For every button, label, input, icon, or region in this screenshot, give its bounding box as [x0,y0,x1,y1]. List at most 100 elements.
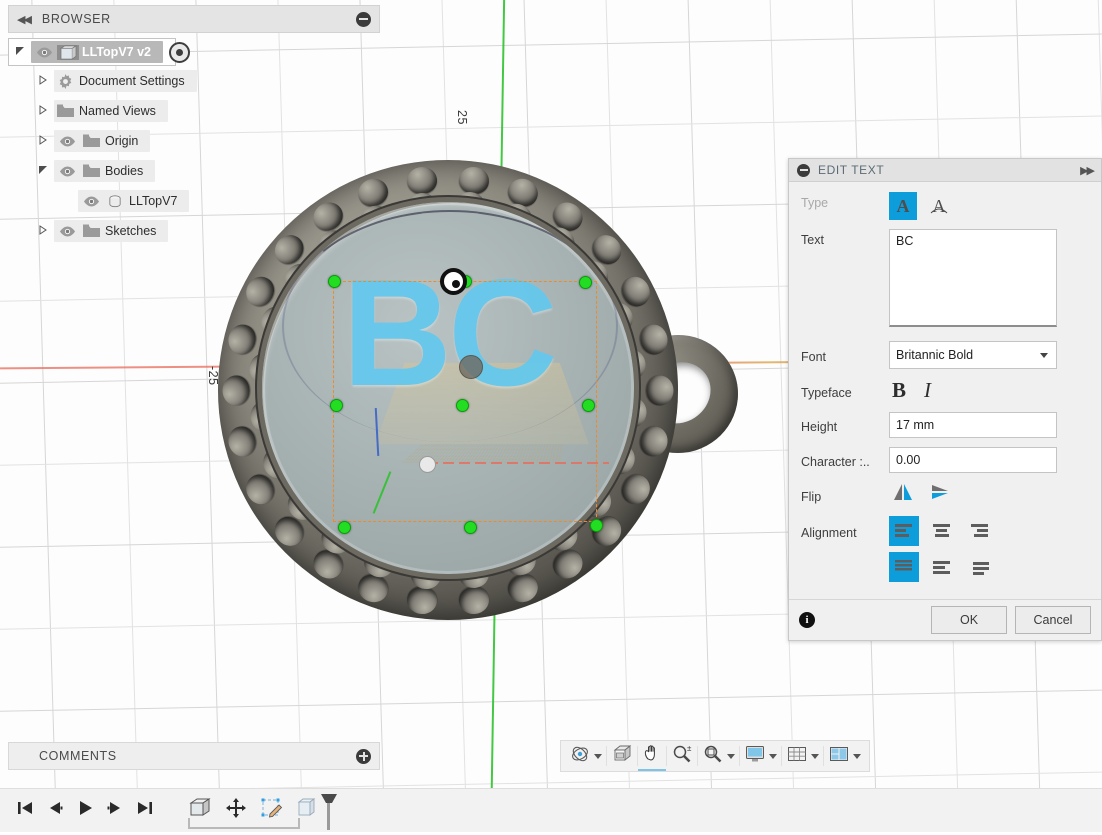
step-back-icon [45,799,65,822]
expander-collapsed-icon[interactable] [32,224,54,238]
step-forward-button[interactable] [100,796,130,826]
tree-item-body[interactable]: LLTopV7 v2 [31,41,163,63]
navbar-look-at-button[interactable] [607,742,637,770]
navbar-zoom-magnifier-button[interactable]: ± [667,742,697,770]
field-text: Text [801,229,1093,332]
field-type: Type A A [801,192,1093,220]
edit-text-dialog[interactable]: EDIT TEXT ▶▶ Type A A Text BC Font Brita… [788,158,1102,641]
navbar-display-settings-button[interactable] [740,742,781,770]
tree-item-body[interactable]: Named Views [54,100,168,122]
timeline-marker-icon[interactable] [320,793,338,830]
dialog-collapse-icon[interactable] [797,163,810,177]
typeface-italic-icon[interactable]: I [924,378,931,403]
align-center-icon[interactable] [927,516,957,546]
chevron-down-icon[interactable] [811,753,819,759]
step-back-button[interactable] [40,796,70,826]
font-select[interactable]: Britannic Bold [889,341,1057,369]
tree-item-body[interactable]: Origin [54,130,151,152]
resize-handle-mr[interactable] [582,399,595,412]
view-navigation-toolbar[interactable]: ± [560,740,870,772]
align-left-icon[interactable] [889,516,919,546]
resize-handle-mc[interactable] [456,399,469,412]
typeface-bold-icon[interactable]: B [892,378,906,403]
dialog-title: EDIT TEXT [818,163,885,177]
browser-minimize-icon[interactable] [356,11,371,27]
browser-tree-item-document-settings[interactable]: Document Settings [8,66,308,96]
character-spacing-label: Character :.. [801,455,870,469]
tree-item-label: Origin [105,134,139,148]
text-on-path-icon[interactable]: A [925,192,953,220]
browser-tree-item-sketches[interactable]: Sketches [8,216,308,246]
chevron-down-icon[interactable] [853,753,861,759]
align-middle-icon[interactable] [927,552,957,582]
play-button[interactable] [70,796,100,826]
cancel-button[interactable]: Cancel [1015,606,1091,634]
visibility-eye-icon[interactable] [31,47,57,58]
timeline-bar[interactable] [0,788,1102,832]
browser-tree-item-lltopv7[interactable]: LLTopV7 [8,186,308,216]
active-component-radio[interactable] [169,41,190,63]
resize-handle-tl[interactable] [328,275,341,288]
tree-item-body[interactable]: Document Settings [54,70,197,92]
browser-tree-item-bodies[interactable]: Bodies [8,156,308,186]
visibility-eye-icon[interactable] [54,136,80,147]
browser-panel-header[interactable]: ◀◀ BROWSER [8,5,380,33]
skip-to-end-button[interactable] [130,796,160,826]
align-top-icon[interactable] [889,552,919,582]
resize-handle-bl[interactable] [338,521,351,534]
height-input[interactable] [889,412,1057,438]
navbar-pan-hand-button[interactable] [638,741,666,771]
tree-item-body[interactable]: Sketches [54,220,169,242]
expander-expanded-icon[interactable] [32,165,54,178]
collapse-left-icon[interactable]: ◀◀ [17,13,32,26]
info-icon[interactable]: i [799,612,815,628]
text-selection-box[interactable] [328,275,603,534]
navbar-viewports-button[interactable] [824,742,865,770]
resize-handle-ml[interactable] [330,399,343,412]
expander-collapsed-icon[interactable] [32,104,54,118]
expander-collapsed-icon[interactable] [32,74,54,88]
expander-expanded-icon[interactable] [9,46,31,59]
visibility-eye-icon[interactable] [78,196,104,207]
visibility-eye-icon[interactable] [54,166,80,177]
expander-collapsed-icon[interactable] [32,134,54,148]
resize-handle-tr[interactable] [579,276,592,289]
sketch-origin-point[interactable] [419,456,436,473]
browser-tree-item-lltopv7-v2[interactable]: LLTopV7 v2 [8,38,190,66]
document-icon [57,44,79,60]
dialog-titlebar[interactable]: EDIT TEXT ▶▶ [789,159,1101,182]
visibility-eye-icon[interactable] [54,226,80,237]
resize-handle-bc[interactable] [464,521,477,534]
chevron-down-icon[interactable] [727,753,735,759]
tree-item-body[interactable]: Bodies [54,160,156,182]
character-spacing-input[interactable] [889,447,1057,473]
look-at-icon [611,744,633,769]
tree-item-label: Bodies [105,164,144,178]
skip-to-start-button[interactable] [10,796,40,826]
flip-vertical-icon[interactable] [891,482,915,507]
comments-add-icon[interactable] [356,748,371,764]
chevron-down-icon[interactable] [769,753,777,759]
align-right-icon[interactable] [965,516,995,546]
comments-panel[interactable]: COMMENTS [8,742,380,770]
browser-tree[interactable]: LLTopV7 v2 Document Settings Named Views Or… [8,38,308,246]
rim-scallop [222,375,250,406]
tree-item-label: LLTopV7 v2 [82,45,151,59]
chevron-down-icon[interactable] [594,753,602,759]
flip-horizontal-icon[interactable] [929,482,953,507]
browser-tree-item-origin[interactable]: Origin [8,126,308,156]
text-flat-icon[interactable]: A [889,192,917,220]
manipulator-origin-point[interactable] [440,268,467,295]
field-alignment: Alignment [801,516,1093,582]
ok-button[interactable]: OK [931,606,1007,634]
dialog-expand-right-icon[interactable]: ▶▶ [1080,164,1095,177]
navbar-grid-snaps-button[interactable] [782,742,823,770]
tree-item-body[interactable]: LLTopV7 [78,190,190,212]
navbar-orbit-button[interactable] [565,742,606,770]
navbar-zoom-window-button[interactable] [698,742,739,770]
align-bottom-icon[interactable] [965,552,995,582]
skip-to-start-icon [15,799,35,822]
browser-tree-item-named-views[interactable]: Named Views [8,96,308,126]
text-input[interactable] [889,229,1057,327]
resize-handle-br[interactable] [590,519,603,532]
